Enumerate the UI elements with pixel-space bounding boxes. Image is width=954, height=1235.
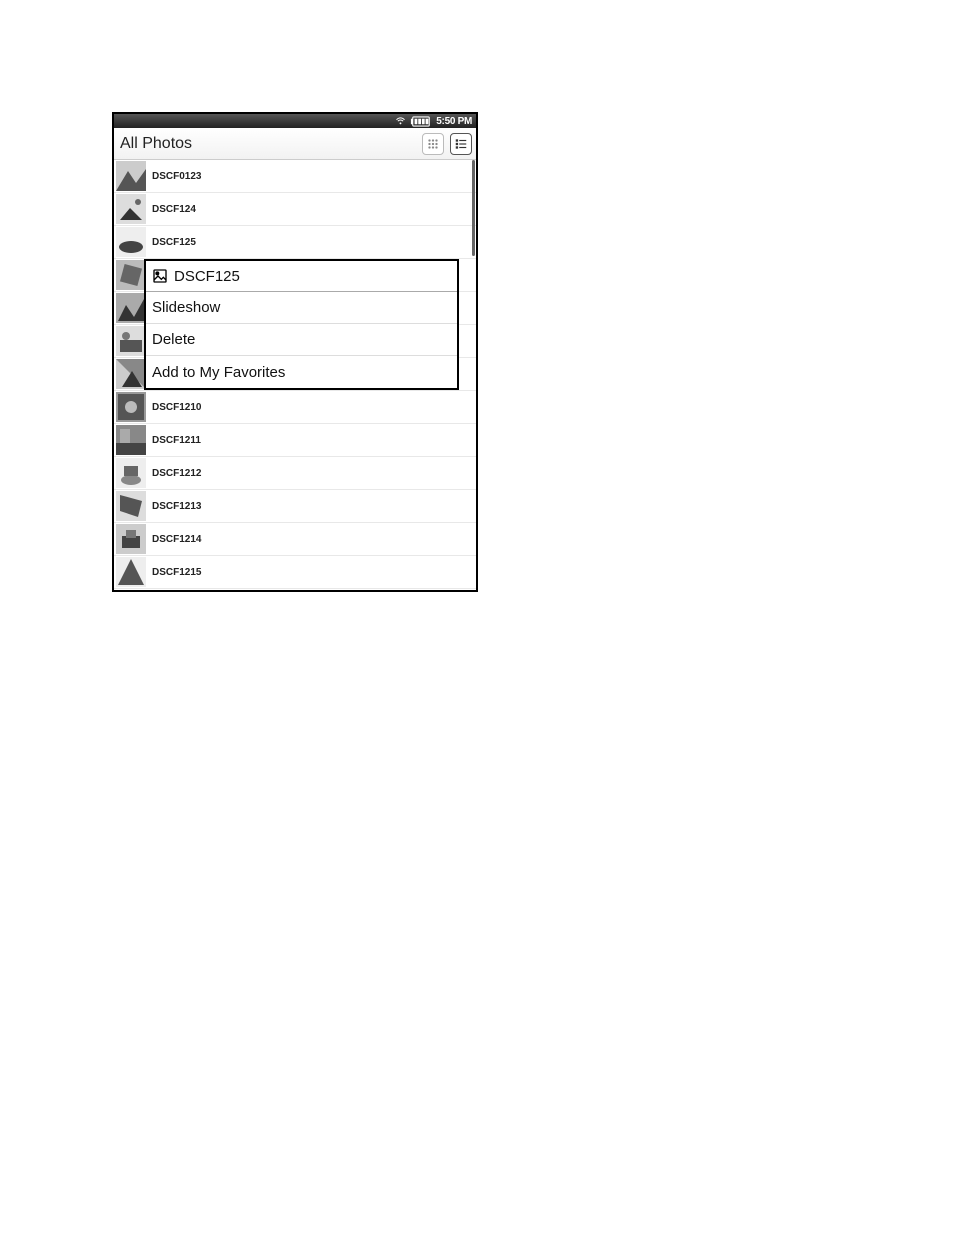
list-item[interactable]: DSCF0123 — [114, 160, 476, 193]
list-item[interactable]: DSCF1211 — [114, 424, 476, 457]
photo-list[interactable]: DSCF0123DSCF124DSCF125DSCF129DSCF1200DSC… — [114, 160, 476, 590]
grid-view-button[interactable] — [422, 133, 444, 155]
status-bar: 5:50 PM — [114, 114, 476, 128]
list-item[interactable]: DSCF1210 — [114, 391, 476, 424]
header-bar: All Photos — [114, 128, 476, 160]
photo-thumbnail — [116, 227, 146, 257]
header-icons — [422, 133, 472, 155]
context-menu-title: DSCF125 — [174, 268, 240, 285]
phone-frame: 5:50 PM All Photos DSCF0123DSCF124DSCF — [112, 112, 478, 592]
list-item[interactable]: DSCF1213 — [114, 490, 476, 523]
list-item[interactable]: DSCF1212 — [114, 457, 476, 490]
list-item[interactable]: DSCF125 — [114, 226, 476, 259]
grid-icon — [426, 137, 440, 151]
photo-label: DSCF0123 — [152, 171, 201, 182]
photo-thumbnail — [116, 293, 146, 323]
photo-thumbnail — [116, 326, 146, 356]
photo-label: DSCF1214 — [152, 534, 201, 545]
photo-label: DSCF124 — [152, 204, 196, 215]
menu-item-delete[interactable]: Delete — [146, 324, 457, 356]
list-item[interactable]: DSCF124 — [114, 193, 476, 226]
photo-thumbnail — [116, 194, 146, 224]
status-clock: 5:50 PM — [436, 116, 472, 127]
list-item[interactable]: DSCF1214 — [114, 523, 476, 556]
scrollbar[interactable] — [472, 160, 475, 256]
list-icon — [454, 137, 468, 151]
battery-icon — [410, 116, 432, 127]
context-menu-header: DSCF125 — [146, 261, 457, 292]
wifi-icon — [395, 116, 406, 127]
photo-label: DSCF1211 — [152, 435, 201, 446]
menu-item-add-favorites[interactable]: Add to My Favorites — [146, 356, 457, 388]
photo-thumbnail — [116, 161, 146, 191]
photo-thumbnail — [116, 260, 146, 290]
photo-thumbnail — [116, 425, 146, 455]
photo-thumbnail — [116, 359, 146, 389]
photo-label: DSCF125 — [152, 237, 196, 248]
photo-thumbnail — [116, 557, 146, 587]
photo-thumbnail — [116, 524, 146, 554]
context-menu: DSCF125 Slideshow Delete Add to My Favor… — [144, 259, 459, 390]
menu-item-slideshow[interactable]: Slideshow — [146, 292, 457, 324]
photo-thumbnail — [116, 491, 146, 521]
list-item[interactable]: DSCF1215 — [114, 556, 476, 589]
photo-thumbnail — [116, 392, 146, 422]
photo-label: DSCF1210 — [152, 402, 201, 413]
photo-thumbnail — [116, 458, 146, 488]
photo-label: DSCF1215 — [152, 567, 201, 578]
photo-label: DSCF1213 — [152, 501, 201, 512]
page-title: All Photos — [118, 135, 192, 153]
photo-label: DSCF1212 — [152, 468, 201, 479]
list-view-button[interactable] — [450, 133, 472, 155]
image-icon — [152, 268, 168, 284]
